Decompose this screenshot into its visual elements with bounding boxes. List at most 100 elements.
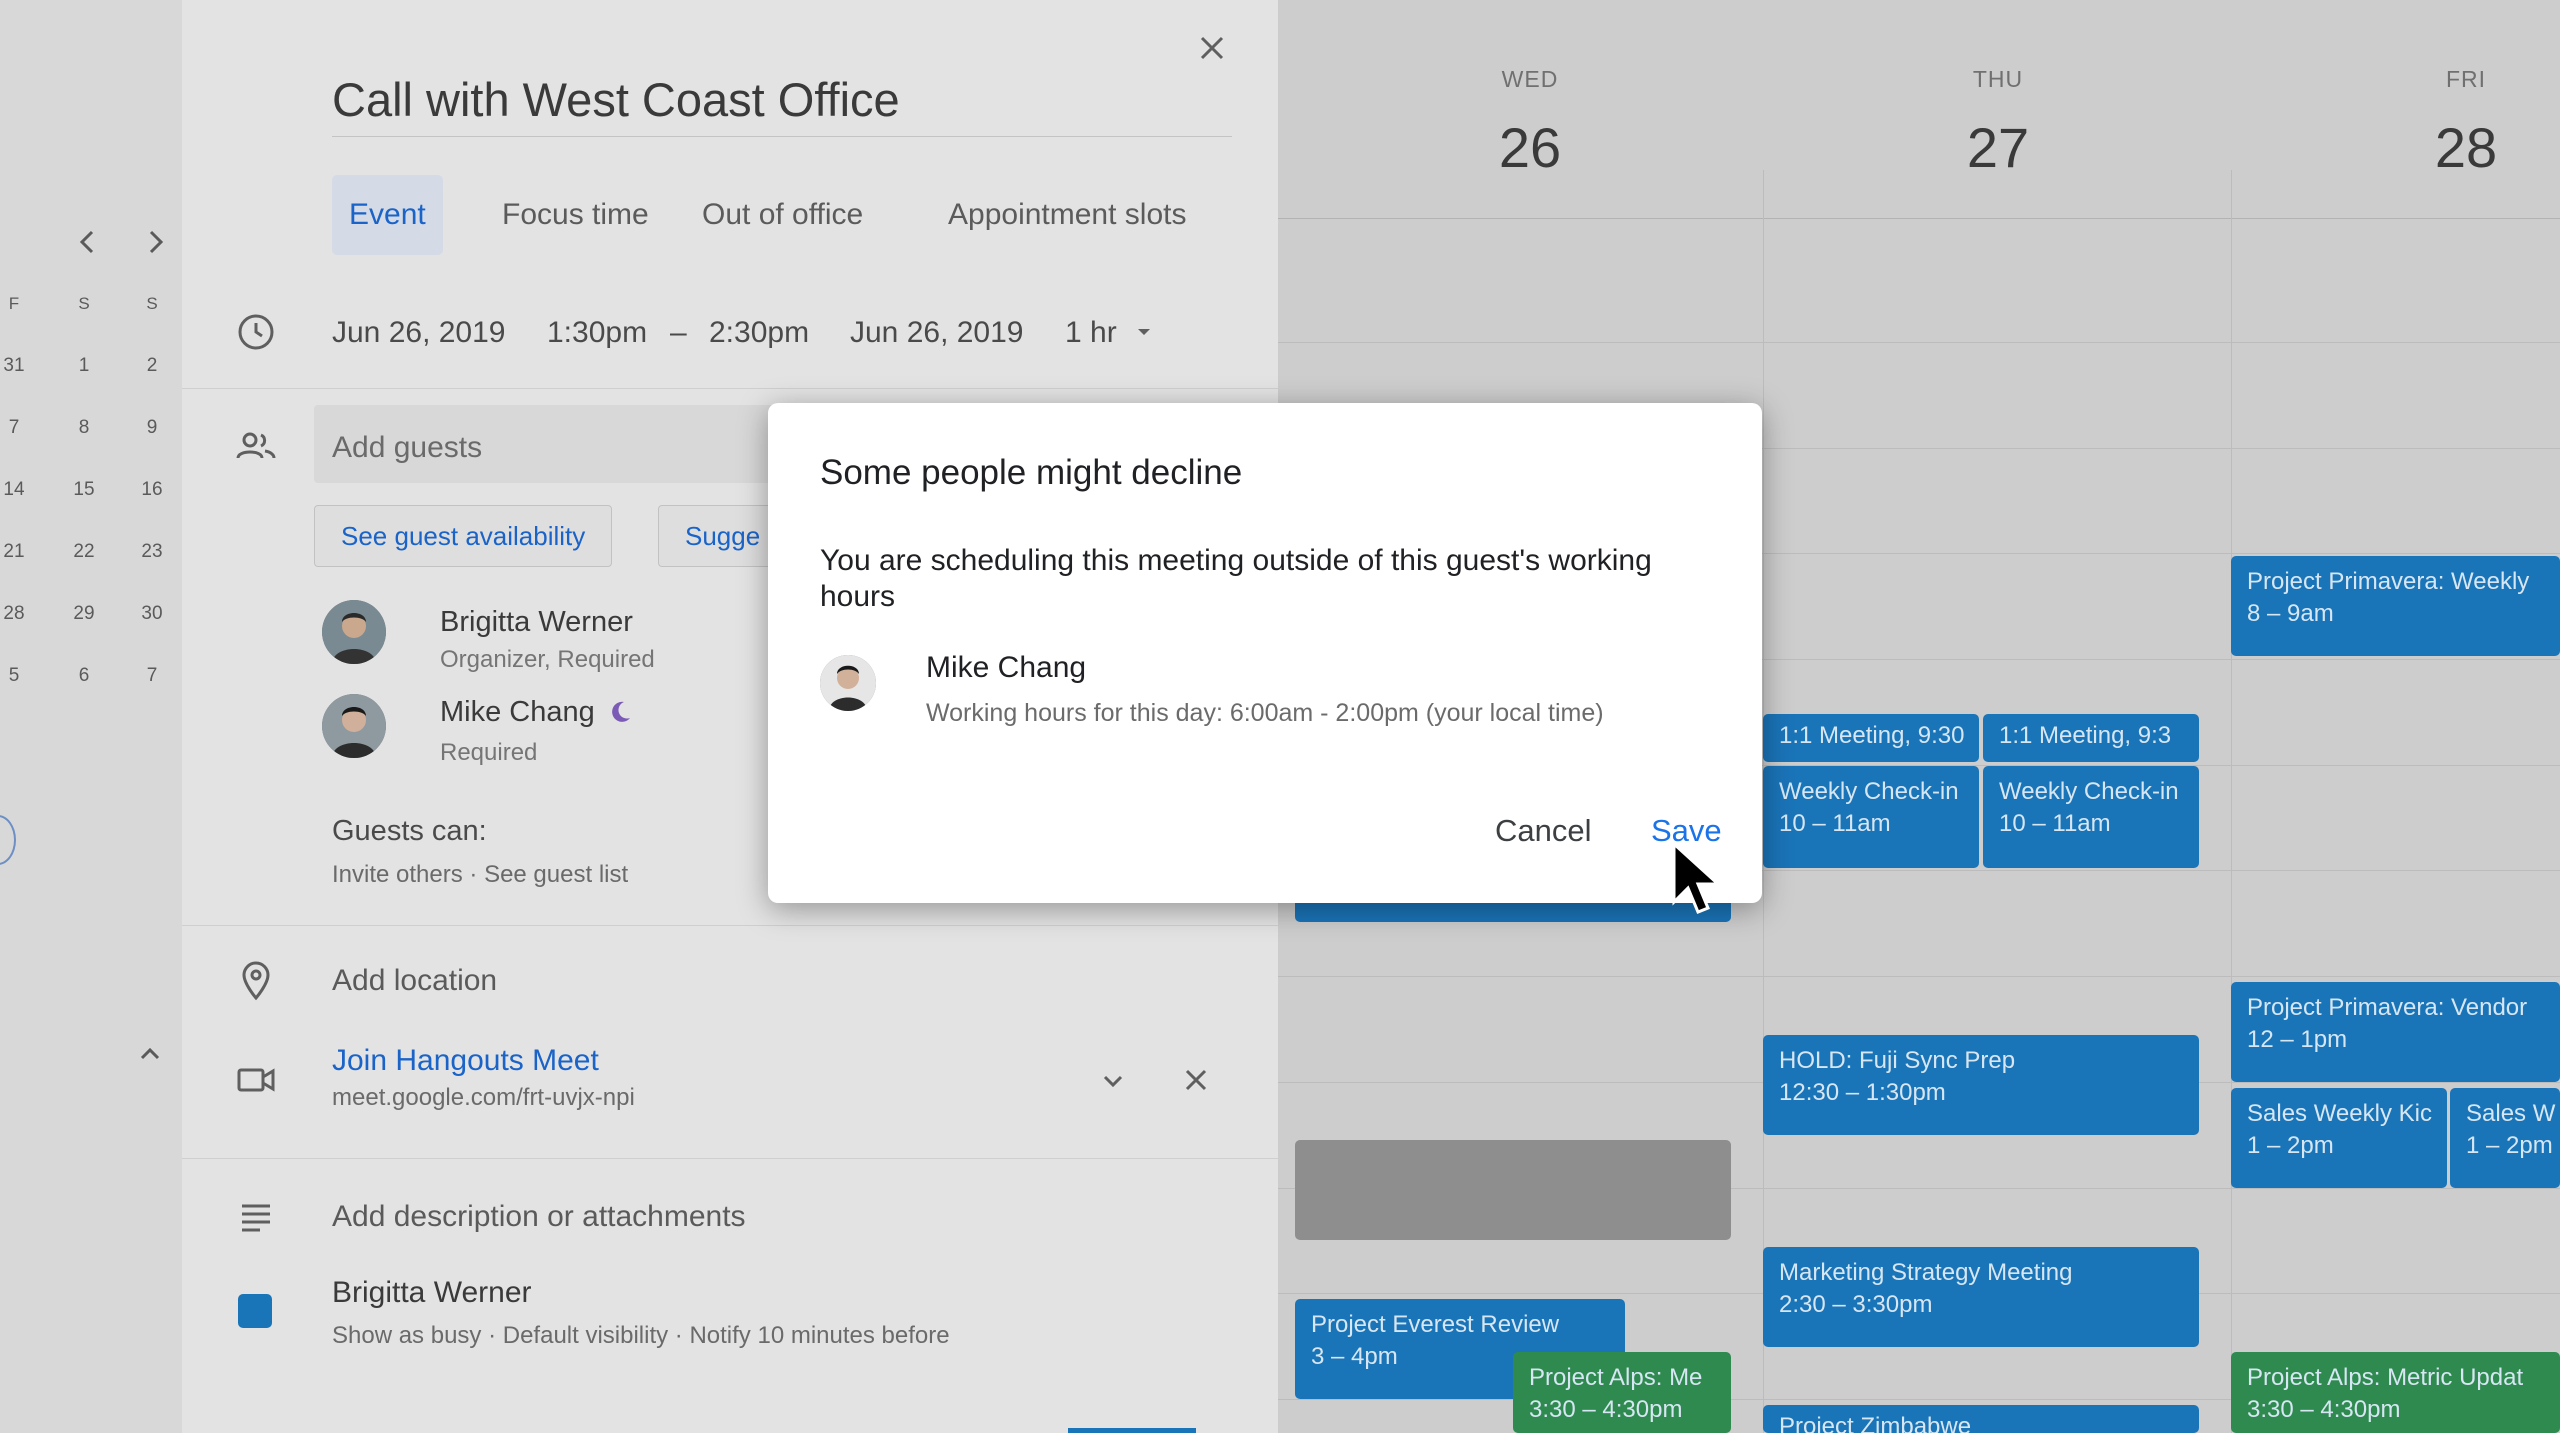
event-title: Marketing Strategy Meeting [1779,1259,2073,1286]
mini-calendar-day[interactable]: 28 [0,603,36,625]
event-time: 1 – 2pm [2247,1132,2334,1159]
calendar-event[interactable]: 1:1 Meeting, 9:30 [1763,714,1979,762]
mini-calendar-day[interactable]: 31 [0,355,36,377]
mini-calendar-day[interactable]: 5 [0,665,36,687]
clock-icon [234,310,278,354]
day-number[interactable]: 27 [1928,115,2068,180]
meet-url: meet.google.com/frt-uvjx-npi [332,1084,635,1111]
event-title: 1:1 Meeting, 9:3 [1999,722,2172,749]
event-title: Project Primavera: Vendor [2247,994,2528,1021]
remove-meet-icon[interactable] [1176,1060,1216,1100]
tab-focus-time[interactable]: Focus time [485,175,666,255]
event-title: Project Alps: Metric Updat [2247,1364,2524,1391]
mini-calendar-day[interactable]: 6 [62,665,106,687]
calendar-color-swatch[interactable] [238,1294,272,1328]
calendar-event[interactable]: Project Alps: Metric Updat 3:30 – 4:30pm [2231,1352,2560,1433]
mini-calendar-day[interactable]: 15 [62,479,106,501]
weekday-header: S [146,294,158,313]
day-number[interactable]: 28 [2396,115,2536,180]
scroll-indicator [0,815,16,865]
hour-line [1278,976,2560,977]
calendar-event[interactable]: Weekly Check-in 10 – 11am [1763,766,1979,868]
guest-name: Mike Chang [440,696,595,728]
divider [182,1158,1278,1159]
event-title: Project Everest Review [1311,1311,1560,1338]
guest-role: Required [440,739,538,766]
event-title-input[interactable]: Call with West Coast Office [332,72,900,127]
add-description-input[interactable]: Add description or attachments [332,1200,746,1234]
next-month-icon[interactable] [135,222,175,262]
tab-event[interactable]: Event [332,175,443,255]
hour-line [1278,342,2560,343]
calendar-owner-settings[interactable]: Show as busy · Default visibility · Noti… [332,1322,950,1350]
calendar-event[interactable]: Project Primavera: Vendor 12 – 1pm [2231,982,2560,1082]
event-time: 3:30 – 4:30pm [2247,1396,2401,1423]
weekday-header: F [8,294,20,313]
day-column-divider [2231,170,2232,1433]
mini-calendar-day[interactable]: 8 [62,417,106,439]
join-hangouts-meet-link[interactable]: Join Hangouts Meet [332,1044,599,1078]
calendar-owner[interactable]: Brigitta Werner [332,1276,532,1310]
location-pin-icon [234,958,278,1002]
mini-calendar-day[interactable]: 1 [62,355,106,377]
calendar-event[interactable]: Project Zimbabwe [1763,1405,2199,1433]
mini-calendar-day[interactable]: 23 [130,541,174,563]
end-time[interactable]: 2:30pm [709,316,809,350]
avatar [322,600,386,664]
guest-working-hours: Working hours for this day: 6:00am - 2:0… [926,699,1604,727]
guest-role: Organizer, Required [440,646,655,673]
mini-calendar-day[interactable]: 30 [130,603,174,625]
calendar-event[interactable]: Sales W 1 – 2pm [2450,1088,2560,1188]
duration-select[interactable]: 1 hr [1065,316,1117,350]
dropdown-arrow-icon[interactable] [1132,320,1156,344]
mini-calendar-day[interactable]: 7 [130,665,174,687]
calendar-event[interactable]: Project Primavera: Weekly 8 – 9am [2231,556,2560,656]
dialog-message: You are scheduling this meeting outside … [820,544,1652,613]
see-guest-availability-button[interactable]: See guest availability [314,505,613,567]
event-title: Project Alps: Me [1529,1364,1703,1391]
chevron-down-icon[interactable] [1095,1063,1131,1099]
suggested-times-button[interactable]: Sugge [658,505,778,567]
calendar-event[interactable]: HOLD: Fuji Sync Prep 12:30 – 1:30pm [1763,1035,2199,1135]
mini-calendar-day[interactable]: 14 [0,479,36,501]
event-time: 12 – 1pm [2247,1026,2348,1053]
mouse-pointer-icon [1670,840,1726,920]
chevron-up-icon[interactable] [132,1036,168,1072]
event-time: 3:30 – 4:30pm [1529,1396,1683,1423]
calendar-event[interactable]: Weekly Check-in 10 – 11am [1983,766,2199,868]
calendar-event[interactable]: Sales Weekly Kic 1 – 2pm [2231,1088,2447,1188]
mini-calendar-day[interactable]: 9 [130,417,174,439]
weekday-header: S [78,294,90,313]
add-guests-placeholder: Add guests [332,431,483,464]
mini-calendar-day[interactable]: 7 [0,417,36,439]
guests-can-permissions[interactable]: Invite others · See guest list [332,861,628,889]
event-time: 10 – 11am [1999,810,2111,837]
add-location-input[interactable]: Add location [332,964,497,998]
mini-calendar-day[interactable]: 29 [62,603,106,625]
event-time: 8 – 9am [2247,600,2334,627]
cancel-button[interactable]: Cancel [1495,813,1592,849]
calendar-event[interactable]: Marketing Strategy Meeting 2:30 – 3:30pm [1763,1247,2199,1347]
start-date[interactable]: Jun 26, 2019 [332,316,505,350]
mini-calendar-day[interactable]: 16 [130,479,174,501]
tab-out-of-office[interactable]: Out of office [685,175,880,255]
mini-calendar-day[interactable]: 22 [62,541,106,563]
close-icon[interactable] [1192,28,1232,68]
day-number[interactable]: 26 [1460,115,1600,180]
calendar-event[interactable]: 1:1 Meeting, 9:3 [1983,714,2199,762]
new-event-placeholder[interactable] [1295,1140,1731,1240]
title-underline [332,136,1232,137]
previous-month-icon[interactable] [68,222,108,262]
event-title: Sales W [2466,1100,2556,1127]
mini-calendar-day[interactable]: 21 [0,541,36,563]
divider [182,925,1278,926]
end-date[interactable]: Jun 26, 2019 [850,316,1023,350]
tab-appointment-slots[interactable]: Appointment slots [931,175,1203,255]
avatar [820,655,876,711]
calendar-event[interactable]: Project Alps: Me 3:30 – 4:30pm [1513,1352,1731,1433]
event-title: Weekly Check-in [1999,778,2179,805]
mini-calendar: F S S 31 1 2 7 8 9 14 15 16 21 22 23 28 … [0,0,182,1433]
mini-calendar-day[interactable]: 2 [130,355,174,377]
day-of-week: THU [1972,66,2024,92]
start-time[interactable]: 1:30pm [547,316,647,350]
